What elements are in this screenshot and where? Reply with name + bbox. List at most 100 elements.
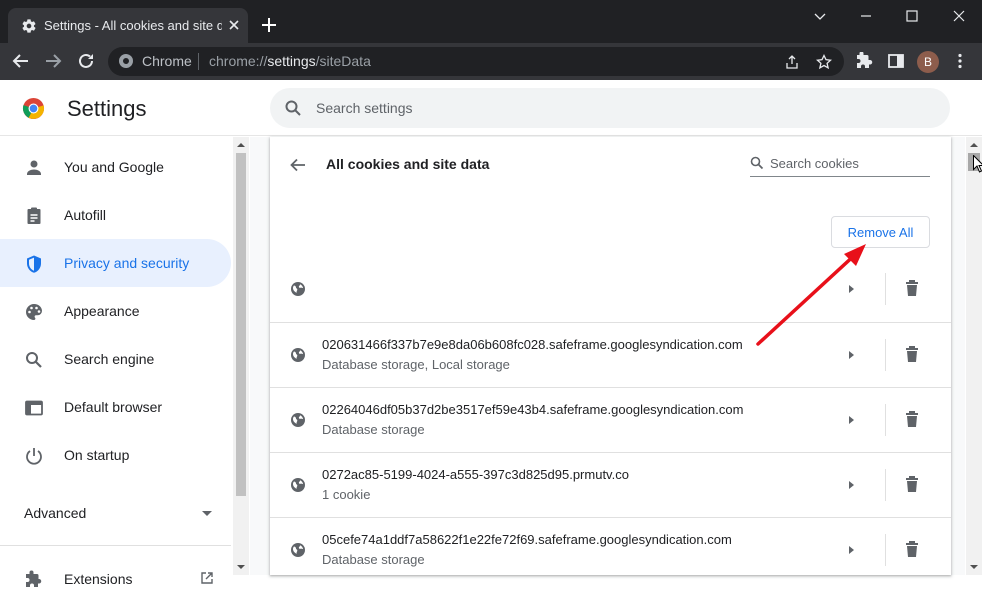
caret-down-icon[interactable] — [200, 506, 214, 520]
scroll-down-icon[interactable] — [970, 563, 978, 571]
search-settings-input[interactable]: Search settings — [270, 88, 950, 128]
site-name: 020631466f337b7e9e8da06b608fc028.safefra… — [322, 337, 743, 352]
sidebar-divider — [0, 545, 231, 546]
site-name: 05cefe74a1ddf7a58622f1e22fe72f69.safefra… — [322, 532, 732, 547]
close-window-icon[interactable] — [951, 8, 967, 24]
power-icon — [26, 448, 42, 465]
minimize-icon[interactable] — [858, 8, 874, 24]
sidebar-item-on-startup[interactable]: On startup — [0, 431, 231, 479]
expand-arrow-icon[interactable] — [846, 349, 856, 361]
scroll-up-icon[interactable] — [970, 141, 978, 149]
maximize-icon[interactable] — [904, 8, 920, 24]
settings-header: Settings Search settings — [0, 80, 982, 136]
page-title: Settings — [67, 96, 147, 121]
chrome-icon — [119, 54, 133, 68]
site-name: 02264046df05b37d2be3517ef59e43b4.safefra… — [322, 402, 744, 417]
delete-icon[interactable] — [904, 345, 920, 363]
reload-icon[interactable] — [77, 52, 95, 70]
scroll-up-icon[interactable] — [237, 141, 245, 149]
search-icon — [285, 100, 301, 116]
sidebar-item-extensions[interactable]: Extensions — [0, 555, 231, 603]
list-item[interactable]: 02264046df05b37d2be3517ef59e43b4.safefra… — [270, 387, 951, 452]
sidebar-item-privacy[interactable]: Privacy and security — [0, 239, 231, 287]
sidebar-item-label: You and Google — [64, 159, 164, 175]
site-storage-detail: Database storage — [322, 422, 425, 437]
puzzle-icon — [26, 570, 42, 587]
sidebar-item-label: Autofill — [64, 207, 107, 223]
back-icon[interactable] — [12, 52, 30, 70]
row-divider — [885, 273, 886, 305]
row-divider — [885, 404, 886, 436]
side-panel-icon[interactable] — [887, 52, 905, 70]
row-divider — [885, 339, 886, 371]
chevron-down-icon[interactable] — [812, 8, 828, 24]
url-text: chrome://settings/siteData — [209, 53, 371, 69]
row-divider — [885, 534, 886, 566]
browser-toolbar: Chrome chrome://settings/siteData — [0, 43, 982, 80]
page-subtitle: All cookies and site data — [326, 156, 490, 172]
sidebar-item-search-engine[interactable]: Search engine — [0, 335, 231, 383]
sidebar-item-default-browser[interactable]: Default browser — [0, 383, 231, 431]
address-bar[interactable]: Chrome chrome://settings/siteData — [108, 47, 844, 76]
sidebar-item-label: Extensions — [64, 571, 133, 587]
expand-arrow-icon[interactable] — [846, 544, 856, 556]
expand-arrow-icon[interactable] — [846, 414, 856, 426]
back-arrow-icon[interactable] — [288, 155, 308, 175]
site-storage-detail: Database storage — [322, 552, 425, 567]
delete-icon[interactable] — [904, 410, 920, 428]
star-icon[interactable] — [816, 54, 832, 70]
scroll-down-icon[interactable] — [237, 563, 245, 571]
globe-icon — [291, 478, 305, 492]
site-name: 0272ac85-5199-4024-a555-397c3d825d95.prm… — [322, 467, 629, 482]
settings-sidebar: You and Google Autofill Privacy and secu… — [0, 137, 232, 587]
url-host: settings — [267, 53, 316, 69]
annotation-arrow-icon — [756, 244, 866, 346]
globe-icon — [291, 543, 305, 557]
profile-avatar[interactable]: B — [917, 51, 939, 73]
browser-tab[interactable]: Settings - All cookies and site data — [8, 8, 248, 43]
sidebar-item-label: Appearance — [64, 303, 140, 319]
cookies-card: All cookies and site data Search cookies… — [270, 137, 951, 575]
site-storage-detail: 1 cookie — [322, 487, 371, 502]
list-item[interactable]: 05cefe74a1ddf7a58622f1e22fe72f69.safefra… — [270, 517, 951, 575]
search-icon — [750, 156, 764, 170]
gear-icon — [22, 19, 36, 33]
search-icon — [26, 352, 42, 368]
sidebar-scrollbar[interactable] — [233, 137, 249, 575]
tab-title: Settings - All cookies and site data — [44, 18, 222, 33]
external-link-icon — [201, 572, 213, 584]
search-cookies-input[interactable]: Search cookies — [750, 151, 930, 177]
globe-icon — [291, 348, 305, 362]
url-path: /siteData — [315, 53, 371, 69]
sidebar-scroll-thumb[interactable] — [236, 153, 246, 496]
advanced-toggle[interactable]: Advanced — [24, 505, 86, 521]
new-tab-icon[interactable] — [260, 16, 278, 34]
globe-icon — [291, 413, 305, 427]
delete-icon[interactable] — [904, 540, 920, 558]
more-menu-icon[interactable] — [951, 52, 969, 70]
extensions-icon[interactable] — [855, 52, 873, 70]
mouse-cursor-icon — [973, 155, 982, 173]
sidebar-item-you-and-google[interactable]: You and Google — [0, 143, 231, 191]
site-storage-detail: Database storage, Local storage — [322, 357, 510, 372]
omnibox-divider — [198, 53, 199, 70]
sidebar-item-label: On startup — [64, 447, 130, 463]
close-icon[interactable] — [226, 17, 242, 33]
sidebar-item-appearance[interactable]: Appearance — [0, 287, 231, 335]
chrome-logo-icon — [22, 97, 45, 120]
globe-icon — [291, 282, 305, 296]
delete-icon[interactable] — [904, 279, 920, 297]
delete-icon[interactable] — [904, 475, 920, 493]
list-item[interactable]: 0272ac85-5199-4024-a555-397c3d825d95.prm… — [270, 452, 951, 517]
main-scrollbar[interactable] — [966, 137, 982, 575]
forward-icon[interactable] — [44, 52, 62, 70]
search-placeholder: Search settings — [316, 100, 413, 116]
expand-arrow-icon[interactable] — [846, 479, 856, 491]
title-bar: Settings - All cookies and site data — [0, 0, 982, 43]
share-icon[interactable] — [784, 54, 800, 70]
shield-icon — [27, 255, 41, 273]
palette-icon — [26, 304, 42, 320]
sidebar-item-label: Privacy and security — [64, 255, 190, 271]
search-cookies-placeholder: Search cookies — [770, 156, 859, 171]
sidebar-item-autofill[interactable]: Autofill — [0, 191, 231, 239]
